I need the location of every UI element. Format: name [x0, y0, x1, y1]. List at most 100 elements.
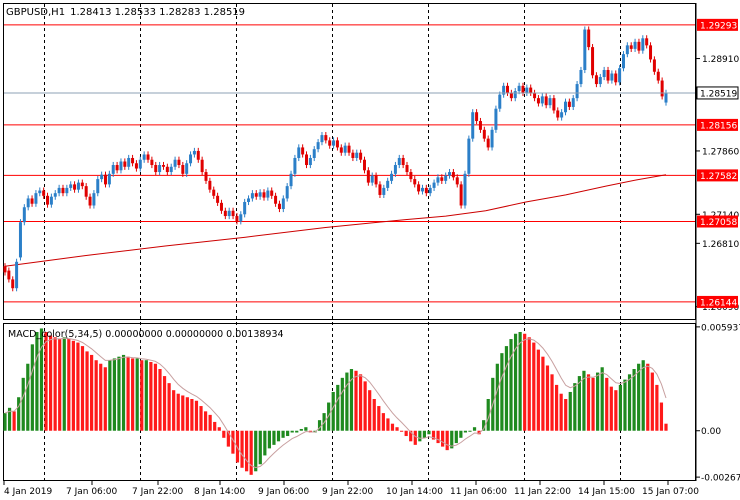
macd-bar-13	[62, 337, 66, 431]
candle-body-73	[285, 186, 289, 199]
candle-body-15	[61, 187, 65, 194]
candle-body-30	[119, 161, 123, 171]
macd-bar-140	[641, 360, 645, 431]
candle-body-120	[467, 138, 471, 174]
macd-bar-37	[172, 390, 176, 431]
macd-bar-82	[377, 406, 381, 431]
macd-tick-label-0: 0.0059373	[701, 323, 740, 333]
candle-body-11	[46, 195, 50, 205]
macd-bar-47	[217, 427, 221, 431]
macd-bar-22	[103, 367, 107, 431]
candle-body-159	[618, 68, 622, 83]
macd-bar-42	[194, 400, 199, 431]
candle-body-136	[529, 87, 533, 93]
macd-bar-60	[276, 430, 281, 442]
candle-body-146	[567, 101, 571, 107]
macd-bar-8	[39, 328, 44, 431]
candle-body-37	[146, 154, 150, 160]
candle-body-7	[30, 198, 34, 204]
candle-body-169	[656, 71, 660, 81]
candle-body-144	[560, 112, 564, 118]
time-tick-label-1: 7 Jan 06:00	[66, 487, 118, 497]
candle-body-62	[243, 201, 247, 215]
candle-body-17	[69, 184, 73, 188]
candle-body-167	[649, 45, 653, 60]
candle-body-28	[111, 165, 115, 174]
macd-bar-14	[67, 339, 71, 431]
candle-body-57	[223, 210, 227, 217]
candle-body-8	[34, 193, 38, 204]
candle-body-4	[18, 222, 22, 258]
macd-bar-129	[591, 377, 595, 431]
macd-bar-40	[185, 397, 189, 431]
candle-body-88	[343, 145, 347, 153]
macd-bar-100	[459, 430, 463, 438]
candle-body-71	[277, 203, 281, 210]
candle-body-76	[297, 147, 301, 158]
candle-body-43	[169, 166, 173, 173]
candle-body-151	[587, 29, 591, 48]
candle-body-105	[409, 172, 413, 180]
candle-body-109	[424, 187, 428, 194]
macd-bar-43	[199, 406, 203, 431]
candle-body-119	[463, 173, 467, 206]
candle-body-60	[235, 216, 239, 222]
macd-bar-142	[650, 372, 654, 431]
candle-body-138	[536, 98, 540, 104]
candle-body-114	[444, 175, 448, 181]
macd-bar-0	[3, 413, 7, 431]
candle-body-58	[227, 210, 231, 217]
macd-bar-84	[386, 418, 390, 431]
macd-bar-19	[90, 354, 94, 431]
candle-body-85	[332, 140, 336, 146]
candle-body-83	[324, 135, 328, 141]
candle-body-101	[393, 165, 397, 174]
candle-body-69	[270, 190, 274, 196]
candle-body-106	[413, 179, 417, 185]
candle-body-125	[486, 138, 490, 148]
current-price-label: 1.28519	[700, 89, 737, 99]
candle-body-23	[92, 193, 96, 206]
candle-body-81	[316, 142, 320, 150]
candle-body-117	[455, 177, 459, 185]
macd-bar-97	[445, 430, 449, 451]
macd-bar-6	[30, 344, 34, 431]
macd-bar-81	[372, 399, 376, 431]
macd-bar-108	[495, 363, 499, 431]
macd-bar-30	[140, 360, 144, 431]
macd-bar-53	[245, 430, 249, 472]
macd-bar-137	[627, 374, 632, 431]
macd-bar-78	[358, 374, 363, 431]
candle-body-66	[258, 192, 262, 197]
candle-body-70	[274, 195, 278, 204]
level-label-4: 1.26144	[700, 298, 737, 308]
time-tick-label-3: 8 Jan 14:00	[194, 487, 246, 497]
macd-bar-66	[304, 427, 308, 431]
candle-body-61	[239, 214, 243, 222]
candle-body-102	[397, 157, 401, 166]
macd-bar-65	[299, 428, 303, 431]
candle-body-150	[583, 29, 587, 70]
macd-bar-20	[94, 360, 98, 431]
candle-body-2	[11, 279, 15, 289]
candle-body-21	[84, 186, 88, 197]
macd-bar-120	[550, 374, 554, 431]
macd-bar-4	[21, 377, 25, 431]
candle-body-93	[362, 159, 366, 171]
macd-bar-126	[577, 376, 581, 431]
candle-body-14	[57, 187, 61, 194]
macd-bar-119	[545, 365, 550, 431]
macd-bar-85	[390, 423, 395, 431]
level-label-3: 1.27058	[700, 218, 737, 228]
candle-body-133	[517, 85, 521, 92]
candle-body-96	[374, 175, 378, 185]
macd-bar-28	[131, 358, 135, 431]
candle-body-142	[552, 98, 556, 111]
level-label-1: 1.28156	[700, 121, 737, 131]
candle-body-111	[432, 182, 436, 188]
candle-body-38	[150, 159, 154, 166]
macd-bar-17	[80, 346, 85, 431]
candle-body-82	[320, 135, 324, 143]
candle-body-27	[107, 173, 111, 185]
macd-bar-90	[413, 430, 417, 445]
